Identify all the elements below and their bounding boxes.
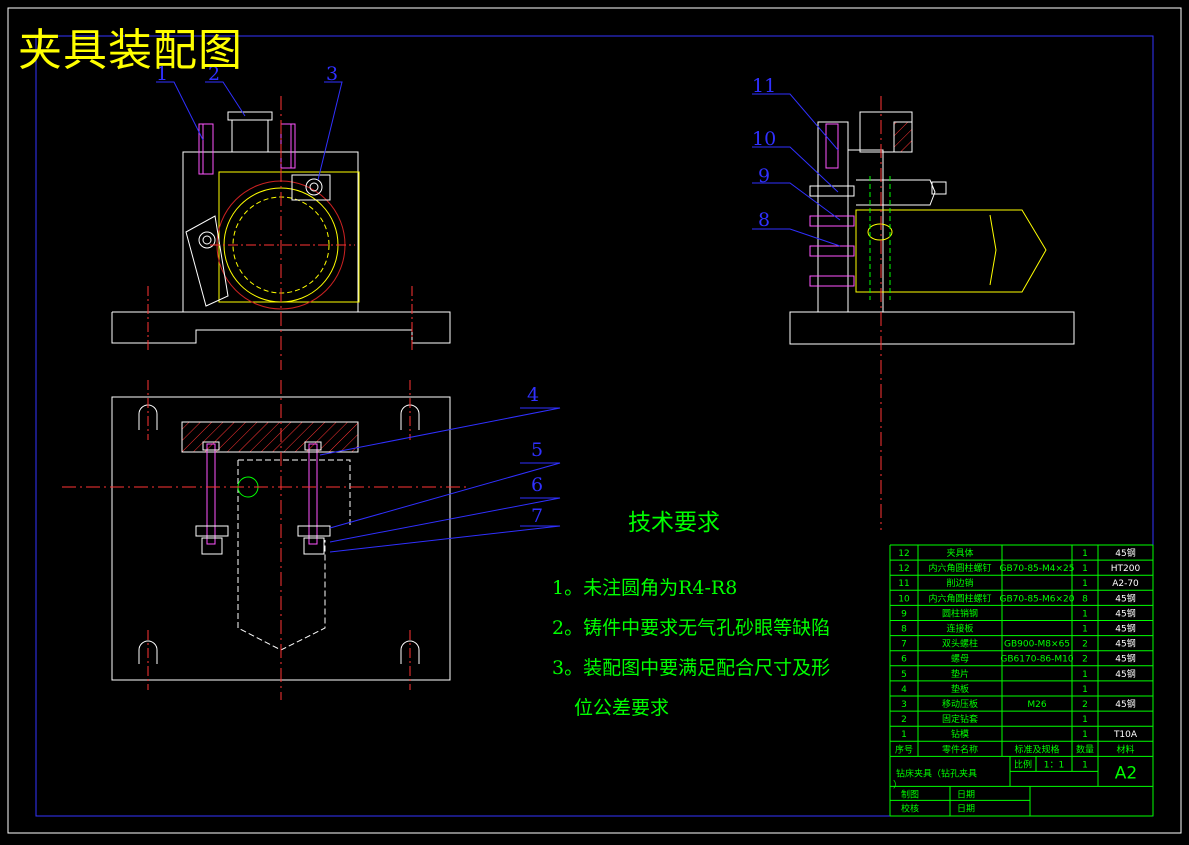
bom-cell-mat: A2-70: [1112, 579, 1139, 589]
bom-cell-mat: 45钢: [1115, 668, 1135, 680]
bom-cell-qty: 1: [1082, 685, 1088, 695]
bom-cell-name: 内六角圆柱螺钉: [928, 592, 991, 604]
bom-cell-no: 9: [901, 609, 907, 619]
balloon-4: 4: [527, 384, 539, 406]
balloon-8: 8: [758, 209, 770, 231]
bom-cell-mat: 45钢: [1115, 607, 1135, 619]
balloon-10: 10: [752, 128, 776, 150]
tb-checked-label: 校核: [901, 802, 919, 814]
bom-cell-no: 11: [898, 579, 909, 589]
tb-scale-label: 比例: [1014, 758, 1032, 770]
tb-sheet-size: A2: [1115, 763, 1137, 783]
bom-header-qty: 数量: [1076, 743, 1094, 755]
bom-cell-name: 垫片: [951, 668, 969, 680]
bom-header-name: 零件名称: [942, 743, 978, 755]
front-view: [111, 96, 451, 370]
bom-cell-qty: 2: [1082, 640, 1088, 650]
bom-cell-mat: T10A: [1113, 730, 1138, 740]
bom-cell-mat: 45钢: [1115, 592, 1135, 604]
bom-cell-qty: 2: [1082, 655, 1088, 665]
tech-requirement-1: 1。未注圆角为R4-R8: [552, 577, 738, 599]
bom-cell-no: 7: [901, 640, 907, 650]
bom-cell-mat: 45钢: [1115, 698, 1135, 710]
bom-cell-qty: 1: [1082, 625, 1088, 635]
bom-cell-no: 12: [898, 549, 909, 559]
bom-cell-name: 钻模: [951, 728, 969, 740]
bom-cell-mat: 45钢: [1115, 623, 1135, 635]
bom-cell-name: 内六角圆柱螺钉: [928, 562, 991, 574]
bom-cell-name: 垫板: [951, 683, 969, 695]
bom-cell-name: 移动压板: [942, 698, 978, 710]
bom-cell-qty: 1: [1082, 564, 1088, 574]
bom-cell-name: 固定钻套: [942, 713, 978, 725]
bom-cell-name: 双头螺柱: [942, 638, 978, 650]
bom-cell-std: GB900-M8×65: [1004, 640, 1070, 650]
balloon-labels: 1 2 3 4 5 6 7 8 9 10 11: [156, 63, 776, 527]
bom-cell-no: 12: [898, 564, 909, 574]
bom-cell-name: 夹具体: [946, 547, 973, 559]
bom-cell-no: 1: [901, 730, 907, 740]
bom-header-mat: 材料: [1116, 743, 1134, 755]
bom-cell-mat: HT200: [1111, 564, 1141, 574]
bom-cell-no: 3: [901, 700, 907, 710]
balloon-3: 3: [326, 63, 338, 85]
balloon-5: 5: [531, 439, 543, 461]
bom-cell-std: M26: [1027, 700, 1046, 710]
bom-cell-qty: 1: [1082, 730, 1088, 740]
bom-cell-qty: 1: [1082, 579, 1088, 589]
drawing-sheet: 1 2 3 4 5 6 7 8 9 10 11 12 夹具体 1 45钢 12 内六角圆柱…: [0, 0, 1189, 841]
balloon-7: 7: [531, 505, 543, 527]
balloon-6: 6: [531, 474, 543, 496]
bom-cell-std: GB70-85-M6×20: [999, 594, 1074, 604]
bom-cell-no: 4: [901, 685, 907, 695]
bom-cell-std: GB6170-86-M10: [1000, 655, 1073, 665]
bom-cell-no: 6: [901, 655, 907, 665]
bom-cell-name: 螺母: [951, 654, 969, 665]
top-view: [62, 380, 468, 700]
bom-header-no: 序号: [895, 743, 913, 755]
bom-cell-mat: 45钢: [1115, 653, 1135, 665]
bom-header-std: 标准及规格: [1014, 743, 1059, 755]
bom-cell-name: 连接板: [946, 623, 973, 635]
balloon-9: 9: [758, 165, 770, 187]
bom-cell-std: GB70-85-M4×25: [999, 564, 1074, 574]
tech-requirement-3: 3。装配图中要满足配合尺寸及形: [552, 657, 831, 679]
tb-qty-value: 1: [1082, 760, 1088, 770]
tech-requirement-2: 2。铸件中要求无气孔砂眼等缺陷: [552, 617, 831, 639]
tb-date-label2: 日期: [957, 803, 975, 814]
bom-cell-mat: 45钢: [1115, 638, 1135, 650]
tb-scale-value: 1：1: [1044, 760, 1064, 770]
tech-requirements-heading: 技术要求: [628, 510, 720, 536]
tech-requirement-3-cont: 位公差要求: [574, 697, 670, 719]
bom-cell-qty: 1: [1082, 609, 1088, 619]
bom-cell-qty: 1: [1082, 549, 1088, 559]
bom-cell-qty: 8: [1082, 594, 1088, 604]
bom-table: 12 夹具体 1 45钢12 内六角圆柱螺钉 GB70-85-M4×25 1 HT20011 削…: [889, 544, 1154, 817]
bom-cell-qty: 1: [1082, 715, 1088, 725]
bom-cell-qty: 1: [1082, 670, 1088, 680]
bom-cell-no: 5: [901, 670, 907, 680]
bom-cell-mat: 45钢: [1115, 547, 1135, 559]
bom-cell-qty: 2: [1082, 700, 1088, 710]
side-view: [789, 96, 1075, 530]
tb-part-name-tail: ）: [893, 779, 902, 790]
tb-drawn-label: 制图: [901, 788, 919, 800]
bom-cell-name: 削边销: [946, 577, 973, 589]
bom-cell-no: 10: [898, 594, 910, 604]
bom-cell-no: 8: [901, 625, 907, 635]
tb-part-name: 钻床夹具（钻孔夹具: [896, 767, 977, 779]
balloon-11: 11: [752, 75, 776, 97]
tb-date-label: 日期: [957, 789, 975, 800]
drawing-title: 夹具装配图: [18, 25, 243, 76]
bom-cell-name: 圆柱销钢: [942, 607, 978, 619]
bom-cell-no: 2: [901, 715, 907, 725]
